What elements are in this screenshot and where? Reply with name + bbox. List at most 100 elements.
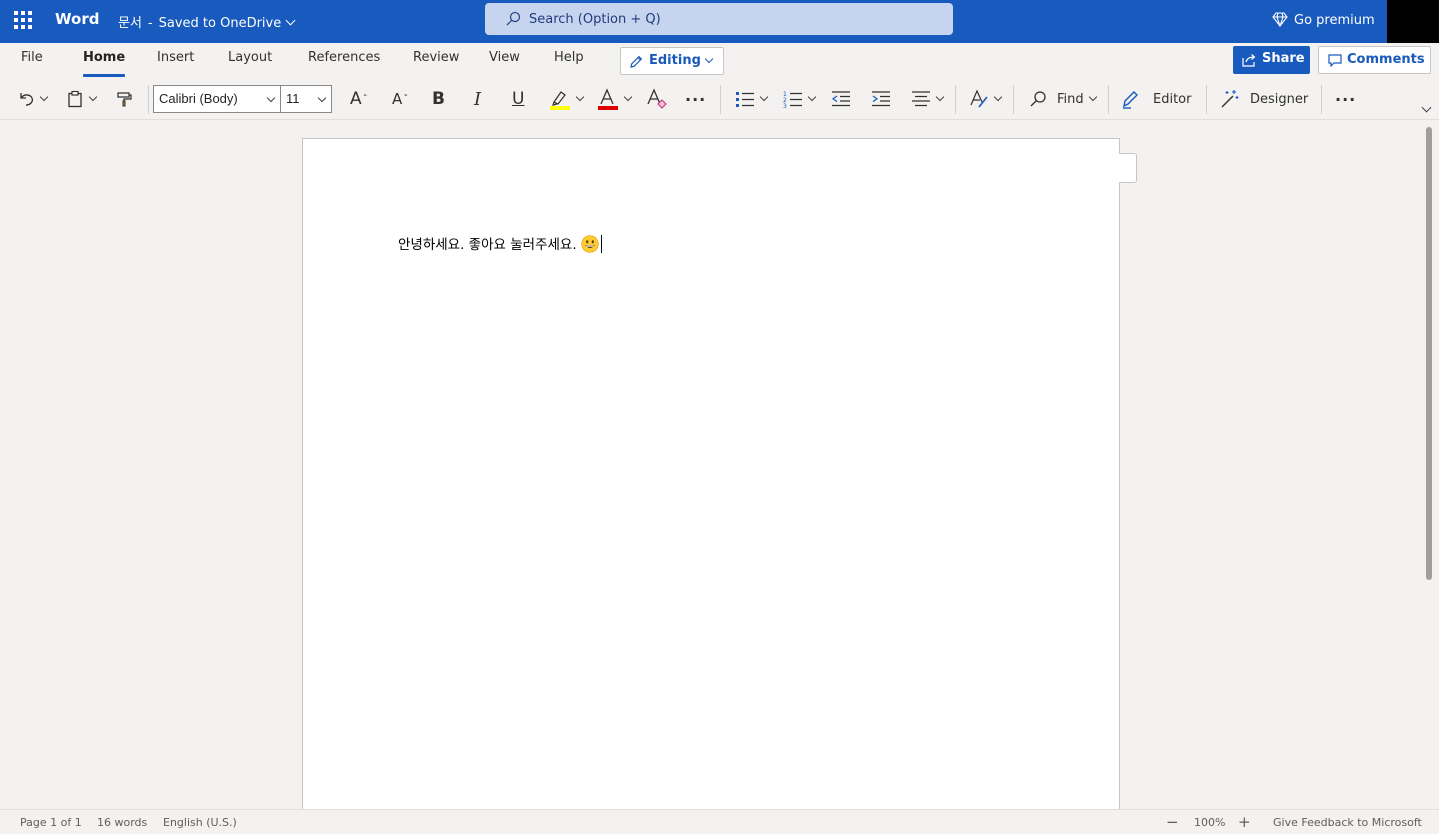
bold-icon: B xyxy=(432,89,445,109)
designer-wand-icon xyxy=(1221,90,1239,108)
increase-indent-icon xyxy=(872,91,890,107)
clear-formatting-icon xyxy=(647,88,667,109)
font-color-button[interactable] xyxy=(597,86,633,112)
bold-button[interactable]: B xyxy=(432,86,445,112)
more-icon: ··· xyxy=(1335,89,1357,109)
format-painter-button[interactable] xyxy=(115,86,133,112)
font-size-value: 11 xyxy=(286,91,300,106)
font-size-select[interactable]: 11 xyxy=(281,85,332,113)
find-button[interactable]: Find xyxy=(1029,86,1097,112)
page-count: Page 1 of 1 xyxy=(20,816,82,829)
more-options-button[interactable]: ··· xyxy=(1335,86,1356,112)
tab-layout[interactable]: Layout xyxy=(228,50,272,65)
tab-insert[interactable]: Insert xyxy=(157,50,194,65)
tab-home[interactable]: Home xyxy=(83,50,126,77)
shrink-font-icon: A xyxy=(392,90,403,108)
decrease-indent-button[interactable] xyxy=(831,86,851,112)
word-count[interactable]: 16 words xyxy=(97,816,147,829)
italic-button[interactable]: I xyxy=(474,86,481,112)
italic-icon: I xyxy=(474,88,482,110)
toolbar-divider xyxy=(148,85,149,114)
undo-icon xyxy=(20,93,33,106)
grow-font-button[interactable]: Aˆ xyxy=(350,86,368,112)
numbering-button[interactable]: 123 xyxy=(783,86,817,112)
increase-indent-button[interactable] xyxy=(871,86,891,112)
chevron-down-icon xyxy=(623,92,633,102)
search-box[interactable]: Search (Option + Q) xyxy=(485,3,953,35)
chevron-down-icon xyxy=(285,15,296,26)
editor-label: Editor xyxy=(1153,91,1192,107)
font-color-icon xyxy=(598,88,618,110)
zoom-in-button[interactable]: + xyxy=(1238,813,1251,831)
page-margin-tab xyxy=(1119,153,1137,183)
document-page[interactable]: 안녕하세요. 좋아요 눌러주세요. xyxy=(302,138,1120,809)
font-name-select[interactable]: Calibri (Body) xyxy=(153,85,281,113)
bulleted-list-icon xyxy=(736,92,754,107)
grinning-face-icon xyxy=(580,235,599,253)
toolbar-divider xyxy=(1108,85,1109,114)
chevron-down-icon xyxy=(993,92,1003,102)
status-bar: Page 1 of 1 16 words English (U.S.) − 10… xyxy=(0,809,1439,834)
app-name[interactable]: Word xyxy=(55,10,99,28)
share-label: Share xyxy=(1262,51,1305,66)
caret-up-icon: ˆ xyxy=(362,93,368,105)
document-title-menu[interactable]: 문서 - Saved to OneDrive xyxy=(118,12,296,31)
editor-button[interactable]: Editor xyxy=(1121,86,1191,112)
undo-button[interactable] xyxy=(17,86,49,112)
zoom-out-button[interactable]: − xyxy=(1166,813,1179,831)
underline-button[interactable]: U xyxy=(512,86,524,112)
tab-file[interactable]: File xyxy=(21,50,43,65)
search-placeholder: Search (Option + Q) xyxy=(529,12,661,27)
tab-review[interactable]: Review xyxy=(413,50,459,65)
chevron-down-icon xyxy=(807,92,817,102)
numbered-list-icon: 123 xyxy=(783,91,802,108)
chevron-down-icon xyxy=(317,93,327,103)
designer-button[interactable]: Designer xyxy=(1220,86,1308,112)
language-status[interactable]: English (U.S.) xyxy=(163,816,237,829)
editing-label: Editing xyxy=(649,53,701,68)
underline-icon: U xyxy=(512,89,525,109)
pencil-icon xyxy=(630,55,643,68)
find-label: Find xyxy=(1057,91,1084,107)
document-name: 문서 xyxy=(118,16,142,31)
toolbar-divider xyxy=(1206,85,1207,114)
more-icon: ··· xyxy=(685,89,707,109)
bullets-button[interactable] xyxy=(735,86,769,112)
shrink-font-button[interactable]: Aˇ xyxy=(392,86,408,112)
clear-formatting-button[interactable] xyxy=(645,86,667,112)
svg-text:3: 3 xyxy=(783,103,787,108)
chevron-down-icon xyxy=(88,92,98,102)
vertical-scrollbar[interactable] xyxy=(1426,127,1432,580)
tab-references[interactable]: References xyxy=(308,50,380,65)
comments-label: Comments xyxy=(1347,52,1425,67)
tab-help[interactable]: Help xyxy=(554,50,584,65)
styles-button[interactable] xyxy=(969,86,1003,112)
chevron-down-icon xyxy=(759,92,769,102)
more-font-options-button[interactable]: ··· xyxy=(685,86,706,112)
align-center-icon xyxy=(912,91,930,107)
zoom-level[interactable]: 100% xyxy=(1194,816,1225,829)
highlight-button[interactable] xyxy=(549,86,585,112)
paste-button[interactable] xyxy=(66,86,98,112)
toolbar-divider xyxy=(955,85,956,114)
editing-mode-button[interactable]: Editing xyxy=(620,47,724,75)
go-premium-button[interactable]: Go premium xyxy=(1272,12,1375,28)
document-canvas[interactable]: 안녕하세요. 좋아요 눌러주세요. xyxy=(0,120,1439,809)
align-button[interactable] xyxy=(911,86,945,112)
comments-button[interactable]: Comments xyxy=(1318,46,1431,74)
document-body-text[interactable]: 안녕하세요. 좋아요 눌러주세요. xyxy=(398,233,602,253)
chevron-down-icon xyxy=(704,54,714,64)
toolbar-divider xyxy=(720,85,721,114)
chevron-down-icon xyxy=(266,93,276,103)
tab-view[interactable]: View xyxy=(489,50,520,65)
share-icon xyxy=(1242,54,1256,67)
font-name-value: Calibri (Body) xyxy=(159,91,238,106)
grow-font-icon: A xyxy=(350,89,362,109)
clipboard-icon xyxy=(68,90,82,108)
search-icon xyxy=(506,11,521,26)
feedback-link[interactable]: Give Feedback to Microsoft xyxy=(1273,816,1422,829)
app-launcher-icon[interactable] xyxy=(14,11,32,29)
search-icon xyxy=(1030,91,1046,107)
profile-area[interactable] xyxy=(1387,0,1439,45)
share-button[interactable]: Share xyxy=(1233,46,1310,74)
